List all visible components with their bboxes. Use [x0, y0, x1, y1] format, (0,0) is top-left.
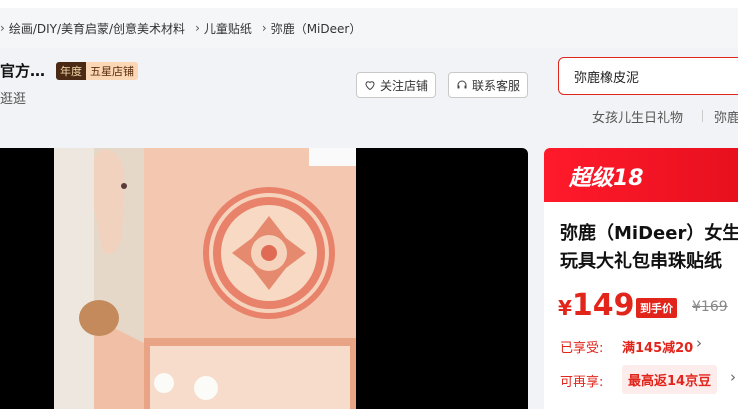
promo-label: 超级18 [569, 166, 644, 191]
product-video[interactable] [0, 148, 528, 409]
rebate-offer[interactable]: 最高返14京豆 [622, 365, 718, 394]
breadcrumb-label[interactable]: 绘画/DIY/美育启蒙/创意美术材料 [9, 20, 185, 37]
shop-name[interactable]: 官方… [0, 60, 45, 81]
product-title-line: 玩具大礼包串珠贴纸 [560, 251, 722, 272]
follow-shop-button[interactable]: 关注店铺 [356, 72, 436, 98]
breadcrumb-item[interactable]: › 儿童贴纸 [195, 20, 252, 37]
price-value: 149 [571, 288, 635, 323]
breadcrumb-item[interactable]: › 弥鹿（MiDeer） [262, 20, 361, 37]
badge-rank: 五星店铺 [86, 62, 138, 80]
currency-symbol: ¥ [558, 296, 572, 320]
hot-search-item[interactable]: 弥鹿 [714, 107, 738, 126]
breadcrumb-label[interactable]: 儿童贴纸 [204, 20, 252, 37]
heart-icon [365, 81, 375, 91]
visit-shop-link[interactable]: 逛逛 [0, 88, 26, 107]
enjoyed-label: 已享受: [560, 341, 604, 356]
product-title: 弥鹿（MiDeer）女生 玩具大礼包串珠贴纸 [560, 220, 738, 276]
enjoyed-offer[interactable]: 满145减20 [622, 337, 693, 356]
contact-service-button[interactable]: 联系客服 [448, 72, 528, 98]
product-info-panel: 超级18 弥鹿（MiDeer）女生 玩具大礼包串珠贴纸 ¥149 到手价 ¥16… [544, 148, 738, 409]
hot-search-item[interactable]: 女孩儿生日礼物 [592, 107, 683, 126]
search-input-value: 弥鹿橡皮泥 [574, 70, 640, 86]
breadcrumb-item[interactable]: › 绘画/DIY/美育启蒙/创意美术材料 [0, 20, 185, 37]
product-title-line: 弥鹿（MiDeer）女生 [560, 223, 738, 244]
contact-service-label: 联系客服 [471, 78, 520, 93]
chevron-right-icon: › [261, 21, 267, 35]
chevron-right-icon: › [195, 21, 200, 35]
video-frame-image [54, 148, 356, 409]
chevron-right-icon[interactable]: › [696, 334, 702, 352]
shop-rank-badge: 年度 五星店铺 [56, 62, 138, 80]
headset-icon [457, 80, 467, 89]
available-label: 可再享: [560, 375, 604, 390]
original-price: ¥169 [692, 299, 728, 315]
final-price-tag: 到手价 [636, 298, 677, 318]
chevron-right-icon[interactable]: › [730, 368, 736, 386]
search-input[interactable]: 弥鹿橡皮泥 [558, 57, 738, 95]
follow-shop-label: 关注店铺 [379, 78, 428, 93]
top-strip [0, 0, 738, 8]
breadcrumb-label[interactable]: 弥鹿（MiDeer） [271, 20, 362, 37]
breadcrumb: › 绘画/DIY/美育启蒙/创意美术材料 › 儿童贴纸 › 弥鹿（MiDeer） [0, 8, 738, 48]
badge-year: 年度 [56, 62, 86, 80]
final-price: ¥149 [558, 288, 635, 323]
chevron-right-icon: › [0, 21, 5, 35]
hot-search-divider [702, 110, 703, 122]
